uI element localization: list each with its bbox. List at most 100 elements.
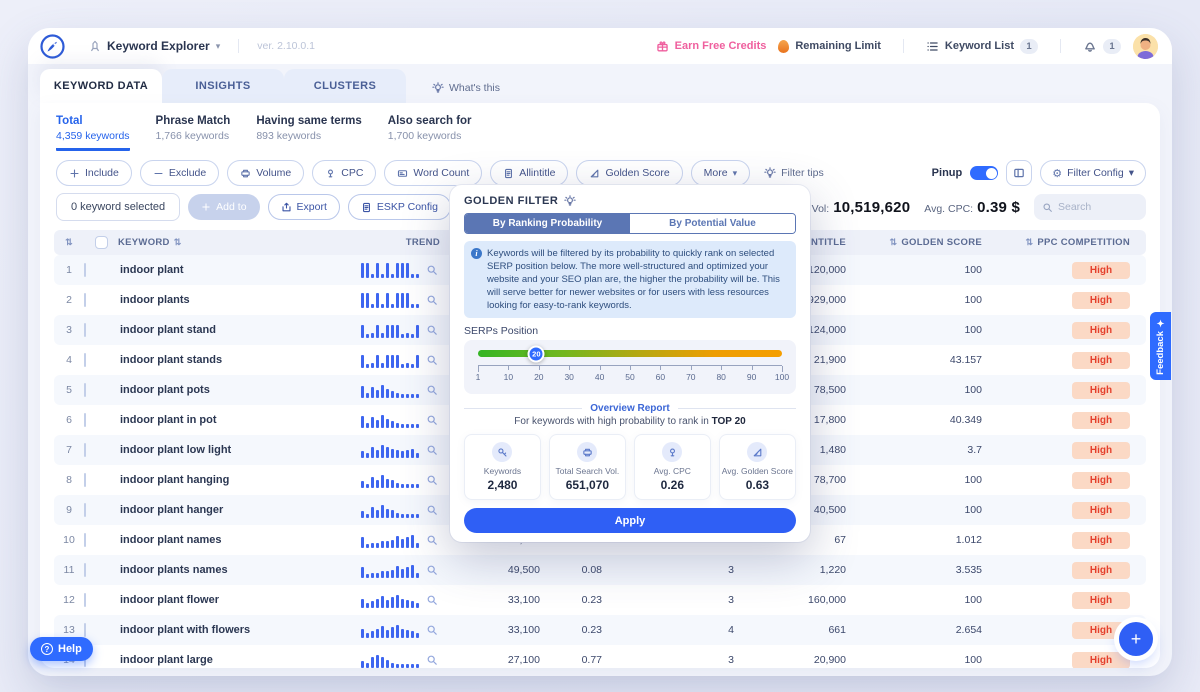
ppc-badge[interactable]: High (1072, 322, 1130, 339)
slider-thumb[interactable]: 20 (528, 345, 545, 362)
ppc-badge[interactable]: High (1072, 502, 1130, 519)
apply-button[interactable]: Apply (464, 508, 796, 533)
tab-by-potential-value[interactable]: By Potential Value (630, 214, 795, 233)
ppc-badge[interactable]: High (1072, 652, 1130, 669)
row-checkbox[interactable] (84, 323, 86, 337)
row-checkbox[interactable] (84, 563, 86, 577)
keyword-cell[interactable]: indoor plant pots (118, 384, 340, 396)
help-button[interactable]: ? Help (30, 637, 93, 661)
filter-tips-link[interactable]: Filter tips (764, 167, 824, 179)
app-selector[interactable]: Keyword Explorer ▾ (89, 39, 220, 53)
filter-chip-allintitle[interactable]: Allintitle (490, 160, 568, 186)
search-keyword-icon[interactable] (426, 444, 438, 456)
feedback-button[interactable]: Feedback✦ (1150, 312, 1171, 380)
search-keyword-icon[interactable] (426, 594, 438, 606)
ppc-badge[interactable]: High (1072, 412, 1130, 429)
subtab-also-search-for[interactable]: Also search for 1,700 keywords (388, 115, 472, 151)
earn-credits-button[interactable]: Earn Free Credits (656, 40, 767, 53)
add-floating-button[interactable]: + (1119, 622, 1153, 656)
row-checkbox[interactable] (84, 263, 86, 277)
search-keyword-icon[interactable] (426, 654, 438, 666)
row-checkbox[interactable] (84, 593, 86, 607)
ppc-badge[interactable]: High (1072, 592, 1130, 609)
keyword-cell[interactable]: indoor plants names (118, 564, 340, 576)
ppc-badge[interactable]: High (1072, 442, 1130, 459)
row-checkbox[interactable] (84, 413, 86, 427)
search-keyword-icon[interactable] (426, 324, 438, 336)
subtab-total[interactable]: Total 4,359 keywords (56, 115, 130, 151)
keyword-cell[interactable]: indoor plants (118, 294, 340, 306)
user-avatar[interactable] (1133, 34, 1158, 59)
export-button[interactable]: Export (268, 194, 340, 220)
subtab-phrase-match[interactable]: Phrase Match 1,766 keywords (156, 115, 231, 151)
row-checkbox[interactable] (84, 533, 86, 547)
column-header-keyword[interactable]: KEYWORD⇅ (118, 237, 340, 248)
keyword-cell[interactable]: indoor plant stand (118, 324, 340, 336)
keyword-cell[interactable]: indoor plant names (118, 534, 340, 546)
keyword-cell[interactable]: indoor plant (118, 264, 340, 276)
row-checkbox[interactable] (84, 473, 86, 487)
filter-chip-include[interactable]: Include (56, 160, 132, 186)
search-input[interactable] (1058, 201, 1138, 213)
row-checkbox[interactable] (84, 383, 86, 397)
tab-insights[interactable]: INSIGHTS (162, 69, 284, 103)
keyword-cell[interactable]: indoor plant low light (118, 444, 340, 456)
filter-chip-word-count[interactable]: Word Count (384, 160, 482, 186)
keyword-list-button[interactable]: Keyword List 1 (926, 39, 1038, 54)
sort-icon[interactable]: ⇅ (65, 237, 73, 248)
sort-icon[interactable]: ⇅ (174, 237, 182, 248)
filter-config-button[interactable]: ⚙ Filter Config ▾ (1040, 160, 1146, 186)
tab-clusters[interactable]: CLUSTERS (284, 69, 406, 103)
subtab-having-same-terms[interactable]: Having same terms 893 keywords (256, 115, 361, 151)
search-keyword-icon[interactable] (426, 474, 438, 486)
filter-chip-exclude[interactable]: Exclude (140, 160, 219, 186)
search-keyword-icon[interactable] (426, 564, 438, 576)
search-keyword-icon[interactable] (426, 384, 438, 396)
eskp-config-button[interactable]: ESKP Config (348, 194, 451, 220)
more-filters-button[interactable]: More ▾ (691, 160, 750, 186)
row-checkbox[interactable] (84, 293, 86, 307)
ppc-badge[interactable]: High (1072, 262, 1130, 279)
search-keyword-icon[interactable] (426, 624, 438, 636)
column-header-ppc-competition[interactable]: ⇅PPC COMPETITION (982, 237, 1146, 248)
ppc-badge[interactable]: High (1072, 472, 1130, 489)
pinup-toggle[interactable] (970, 166, 998, 180)
search-keyword-icon[interactable] (426, 264, 438, 276)
sort-icon[interactable]: ⇅ (889, 237, 897, 248)
keyword-cell[interactable]: indoor plant hanging (118, 474, 340, 486)
row-checkbox[interactable] (84, 623, 86, 637)
column-layout-button[interactable] (1006, 160, 1032, 186)
row-checkbox[interactable] (84, 443, 86, 457)
ppc-badge[interactable]: High (1072, 292, 1130, 309)
filter-chip-golden-score[interactable]: Golden Score (576, 160, 682, 186)
notifications-button[interactable]: 1 (1083, 39, 1121, 54)
keyword-cell[interactable]: indoor plant with flowers (118, 624, 340, 636)
filter-chip-cpc[interactable]: CPC (312, 160, 376, 186)
keyword-cell[interactable]: indoor plant large (118, 654, 340, 666)
search-keyword-icon[interactable] (426, 354, 438, 366)
column-header-index[interactable]: ⇅ (54, 237, 84, 248)
keyword-cell[interactable]: indoor plant stands (118, 354, 340, 366)
column-header-golden-score[interactable]: ⇅GOLDEN SCORE (846, 237, 982, 248)
search-keyword-icon[interactable] (426, 294, 438, 306)
keyword-cell[interactable]: indoor plant flower (118, 594, 340, 606)
tab-keyword-data[interactable]: KEYWORD DATA (40, 69, 162, 103)
row-checkbox[interactable] (84, 503, 86, 517)
keyword-cell[interactable]: indoor plant in pot (118, 414, 340, 426)
select-all-checkbox[interactable] (95, 236, 108, 249)
sort-icon[interactable]: ⇅ (1026, 237, 1034, 248)
ppc-badge[interactable]: High (1072, 382, 1130, 399)
search-keyword-icon[interactable] (426, 504, 438, 516)
search-keyword-icon[interactable] (426, 414, 438, 426)
tab-by-ranking-probability[interactable]: By Ranking Probability (465, 214, 630, 233)
slider-track[interactable]: 20 (478, 350, 782, 357)
whats-this-link[interactable]: What's this (432, 82, 500, 94)
ppc-badge[interactable]: High (1072, 562, 1130, 579)
keyword-cell[interactable]: indoor plant hanger (118, 504, 340, 516)
remaining-limit-button[interactable]: Remaining Limit (778, 40, 881, 53)
ppc-badge[interactable]: High (1072, 352, 1130, 369)
add-to-button[interactable]: Add to (188, 194, 259, 220)
row-checkbox[interactable] (84, 353, 86, 367)
ppc-badge[interactable]: High (1072, 532, 1130, 549)
filter-chip-volume[interactable]: Volume (227, 160, 304, 186)
